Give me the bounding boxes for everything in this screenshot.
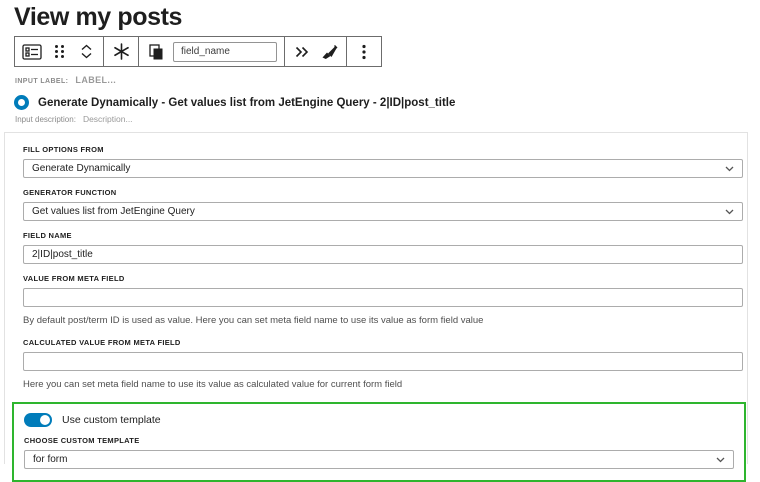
- block-toolbar: [14, 36, 382, 67]
- input-description-placeholder[interactable]: Description...: [83, 114, 133, 124]
- value-from-meta-field-label: VALUE FROM META FIELD: [23, 274, 125, 283]
- toolbar-group-tools: [285, 37, 347, 66]
- field-name-toolbar-input[interactable]: [173, 41, 277, 62]
- generator-function-label: GENERATOR FUNCTION: [23, 188, 117, 197]
- radio-option-label: Generate Dynamically - Get values list f…: [38, 96, 456, 109]
- use-custom-template-toggle[interactable]: [24, 413, 52, 427]
- fill-options-from-select[interactable]: Generate Dynamically: [23, 159, 743, 178]
- field-name-input[interactable]: [23, 245, 743, 264]
- value-from-meta-field-input[interactable]: [23, 288, 743, 307]
- input-description-prefix: Input description:: [15, 115, 76, 124]
- duplicate-icon[interactable]: [146, 40, 166, 64]
- radio-field-block-icon[interactable]: [22, 40, 42, 64]
- chevron-down-icon: [716, 457, 725, 462]
- calculated-value-input[interactable]: [23, 352, 743, 371]
- input-label-line: INPUT LABEL: LABEL...: [15, 75, 760, 85]
- toolbar-group-field-name: [139, 37, 285, 66]
- input-label-prefix: INPUT LABEL:: [15, 78, 69, 85]
- drag-dots: [54, 45, 64, 58]
- jetengine-asterisk-icon[interactable]: [111, 40, 131, 64]
- toggle-knob: [40, 415, 50, 425]
- generate-dynamically-option[interactable]: Generate Dynamically - Get values list f…: [14, 95, 760, 110]
- expand-double-chevron-icon[interactable]: [292, 40, 312, 64]
- page-title: View my posts: [14, 3, 183, 31]
- value-from-meta-field-help: By default post/term ID is used as value…: [23, 315, 484, 326]
- input-description-line: Input description: Description...: [15, 114, 760, 124]
- move-up-down-icon[interactable]: [76, 40, 96, 64]
- use-custom-template-label: Use custom template: [62, 414, 161, 426]
- input-label-placeholder[interactable]: LABEL...: [75, 75, 116, 85]
- use-custom-template-row: Use custom template: [24, 413, 734, 427]
- fill-options-from-value: Generate Dynamically: [32, 163, 131, 174]
- custom-template-highlight-box: Use custom template CHOOSE CUSTOM TEMPLA…: [12, 402, 746, 482]
- toolbar-group-block: [15, 37, 104, 66]
- calculated-value-label: CALCULATED VALUE FROM META FIELD: [23, 338, 181, 347]
- toolbar-group-jetengine: [104, 37, 139, 66]
- brush-icon[interactable]: [319, 40, 339, 64]
- field-settings-panel: FILL OPTIONS FROM Generate Dynamically G…: [4, 132, 748, 482]
- chevron-down-icon: [725, 209, 734, 214]
- chevron-down-icon: [725, 166, 734, 171]
- generator-function-select[interactable]: Get values list from JetEngine Query: [23, 202, 743, 221]
- calculated-value-help: Here you can set meta field name to use …: [23, 379, 403, 390]
- toolbar-group-options: [347, 37, 381, 66]
- choose-custom-template-label: CHOOSE CUSTOM TEMPLATE: [24, 436, 140, 445]
- fill-options-from-label: FILL OPTIONS FROM: [23, 145, 104, 154]
- options-ellipsis-icon[interactable]: [354, 40, 374, 64]
- radio-selected-icon[interactable]: [14, 95, 29, 110]
- choose-custom-template-select[interactable]: for form: [24, 450, 734, 469]
- drag-handle-icon[interactable]: [49, 40, 69, 64]
- generator-function-value: Get values list from JetEngine Query: [32, 206, 195, 217]
- field-name-label: FIELD NAME: [23, 231, 72, 240]
